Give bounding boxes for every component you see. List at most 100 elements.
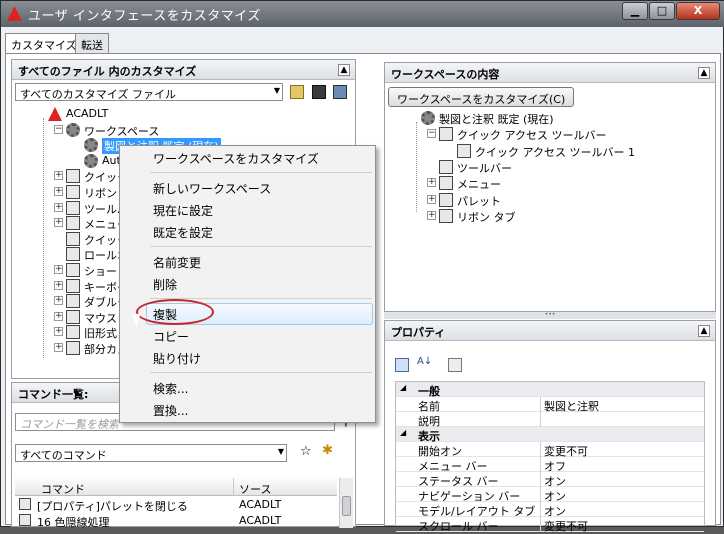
grid-divider (540, 457, 541, 472)
workspace-tree-node[interactable]: + メニュー (385, 175, 710, 191)
command-name: 16 色隠線処理 (37, 516, 110, 529)
title-bar: ユーザ インタフェースをカスタマイズ ▁ □ X (1, 1, 724, 27)
expand-icon[interactable]: + (427, 194, 436, 204)
menu-item[interactable]: 現在に設定 (153, 202, 213, 219)
property-row[interactable]: 名前 製図と注釈 (396, 397, 704, 413)
collapse-category-icon[interactable]: ◢ (400, 428, 406, 437)
workspace-contents-header: ワークスペースの内容 ▲ (385, 63, 715, 83)
property-row[interactable]: 説明 (396, 412, 704, 428)
collapse-icon[interactable]: ▲ (698, 67, 710, 79)
property-category[interactable]: ◢ 一般 (396, 382, 704, 398)
customize-workspace-button[interactable]: ワークスペースをカスタマイズ(C) (388, 87, 575, 107)
collapse-icon[interactable]: ▲ (338, 64, 350, 76)
command-row[interactable]: [プロパティ]パレットを閉じる ACADLT (15, 497, 337, 513)
open-file-icon[interactable] (290, 85, 304, 99)
workspace-tree-label: リボン タブ (457, 210, 516, 224)
properties-title: プロパティ (391, 326, 446, 339)
property-row[interactable]: メニュー バー オフ (396, 457, 704, 473)
toolbar-icon (439, 208, 453, 223)
save-as-icon[interactable] (333, 85, 347, 99)
workspace-tree-node[interactable]: ツールバー (385, 159, 710, 175)
property-category[interactable]: ◢ 表示 (396, 427, 704, 443)
scroll-thumb[interactable] (342, 496, 351, 516)
command-list-scrollbar[interactable] (339, 478, 353, 528)
categorized-icon[interactable] (395, 358, 409, 372)
splitter-grip[interactable]: ••• (384, 312, 716, 319)
new-command-icon[interactable]: ✱ (322, 443, 333, 458)
workspace-tree-label: パレット (457, 194, 501, 208)
command-source: ACADLT (239, 498, 282, 511)
save-icon[interactable] (312, 85, 326, 99)
column-command[interactable]: コマンド (41, 481, 85, 497)
command-icon (19, 514, 31, 526)
filter-icon[interactable]: ☆ (300, 444, 312, 459)
workspace-tree-node[interactable]: 製図と注釈 既定 (現在) (385, 110, 710, 126)
expand-icon[interactable]: + (54, 311, 63, 321)
property-row[interactable]: 開始オン 変更不可 (396, 442, 704, 458)
property-pages-icon[interactable] (448, 358, 462, 372)
collapse-node-icon[interactable]: − (54, 124, 63, 134)
expand-icon[interactable]: + (54, 265, 63, 274)
property-row[interactable]: ナビゲーション バー オン (396, 487, 704, 503)
expand-icon[interactable]: + (427, 178, 436, 188)
expand-icon[interactable]: + (54, 218, 63, 228)
collapse-node-icon[interactable]: − (427, 129, 436, 139)
property-row[interactable]: ステータス バー オン (396, 472, 704, 488)
menu-item[interactable]: 名前変更 (153, 254, 201, 271)
toolbar-icon (66, 169, 80, 184)
workspace-contents-tree: 製図と注釈 既定 (現在) − クイック アクセス ツールバー クイック アクセス ツ… (385, 110, 715, 310)
property-row[interactable]: スクロール バー 変更不可 (396, 517, 704, 533)
menu-separator (150, 246, 372, 247)
menu-item[interactable]: ワークスペースをカスタマイズ (153, 150, 319, 167)
menu-item[interactable]: 検索... (153, 380, 188, 397)
menu-item[interactable]: 新しいワークスペース (153, 180, 271, 197)
window-title: ユーザ インタフェースをカスタマイズ (28, 9, 261, 24)
workspace-tree-label: クイック アクセス ツールバー (457, 129, 607, 143)
property-row[interactable]: モデル/レイアウト タブ オン (396, 502, 704, 518)
tree-node[interactable]: ACADLT (12, 106, 352, 122)
gear-icon (84, 153, 98, 168)
expand-icon[interactable]: + (54, 296, 63, 306)
collapse-category-icon[interactable]: ◢ (400, 383, 406, 392)
collapse-icon[interactable]: ▲ (698, 325, 710, 337)
property-grid: ◢ 一般 名前 製図と注釈 説明 ◢ 表示 開始オン 変更不可 メニュー バー オフ ステータス バー… (395, 381, 705, 533)
command-filter-select[interactable]: すべてのコマンド ▼ (15, 444, 287, 462)
workspace-tree-label: 製図と注釈 既定 (現在) (439, 113, 554, 126)
expand-icon[interactable]: + (54, 327, 63, 337)
menu-item[interactable]: 削除 (153, 276, 177, 293)
workspace-tree-node[interactable]: − クイック アクセス ツールバー (385, 126, 710, 142)
close-button[interactable]: X (676, 2, 720, 20)
workspace-tree-node[interactable]: + リボン タブ (385, 208, 710, 224)
customization-file-value: すべてのカスタマイズ ファイル (20, 88, 176, 101)
expand-icon[interactable]: + (54, 343, 63, 352)
customization-file-select[interactable]: すべてのカスタマイズ ファイル ▼ (15, 83, 283, 101)
tab-transfer[interactable]: 転送 (75, 33, 109, 53)
tree-node[interactable]: − ワークスペース (12, 122, 352, 138)
expand-icon[interactable]: + (54, 187, 63, 196)
tab-customize[interactable]: カスタマイズ (5, 33, 83, 54)
sort-az-icon[interactable]: A↓ (417, 356, 432, 367)
ribbon-icon (66, 185, 80, 199)
grid-divider (540, 412, 541, 427)
toolbar-icon (66, 200, 80, 215)
expand-icon[interactable]: + (54, 202, 63, 212)
menu-item[interactable]: 貼り付け (153, 350, 201, 367)
menu-item[interactable]: コピー (153, 328, 189, 345)
maximize-button[interactable]: □ (649, 2, 675, 20)
expand-icon[interactable]: + (427, 210, 436, 220)
gear-icon (421, 111, 435, 125)
workspace-tree-node[interactable]: + パレット (385, 192, 710, 208)
column-source[interactable]: ソース (239, 481, 271, 497)
grid-divider (540, 487, 541, 502)
minimize-button[interactable]: ▁ (622, 2, 648, 20)
workspace-tree-label: ツールバー (457, 161, 512, 175)
toolbar-icon (439, 159, 453, 174)
menu-separator (150, 372, 372, 373)
menu-item[interactable]: 既定を設定 (153, 224, 213, 241)
keyboard-icon (66, 278, 80, 293)
expand-icon[interactable]: + (54, 171, 63, 181)
workspace-tree-node[interactable]: クイック アクセス ツールバー 1 (385, 143, 710, 159)
expand-icon[interactable]: + (54, 280, 63, 290)
toolbar-icon (439, 176, 453, 191)
menu-item[interactable]: 置換... (153, 402, 188, 419)
